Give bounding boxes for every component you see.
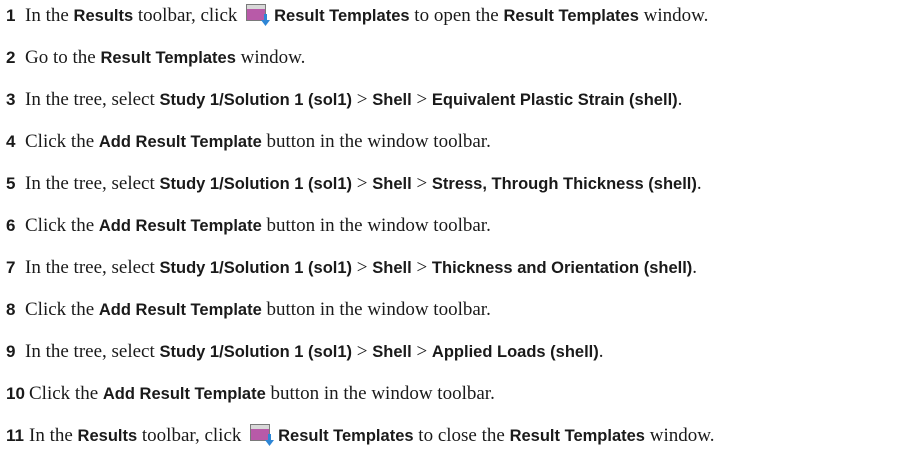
step-text: In the tree, select — [25, 89, 160, 110]
step-text: Click the — [25, 131, 99, 152]
step-item: 7 In the tree, select Study 1/Solution 1 … — [6, 256, 911, 280]
bold-term: Add Result Template — [98, 217, 262, 235]
step-number: 1 — [6, 6, 16, 25]
step-text: In the tree, select — [25, 173, 160, 194]
step-item: 10 Click the Add Result Template button i… — [6, 382, 911, 406]
bold-term: Result Templates — [509, 427, 645, 445]
step-text: > — [411, 89, 432, 110]
result-templates-icon — [250, 424, 275, 446]
step-text: > — [411, 173, 432, 194]
step-text: Click the — [29, 383, 103, 404]
bold-term: Add Result Template — [102, 385, 266, 403]
step-number: 5 — [6, 174, 16, 193]
step-item: 9 In the tree, select Study 1/Solution 1 … — [6, 340, 911, 364]
step-number: 9 — [6, 342, 16, 361]
bold-term: Shell — [372, 343, 412, 361]
bold-term: Results — [77, 427, 138, 445]
step-text: . — [692, 257, 698, 278]
step-item: 4 Click the Add Result Template button in… — [6, 130, 911, 154]
step-text: Go to the — [25, 47, 101, 68]
bold-term: Equivalent Plastic Strain (shell) — [431, 91, 678, 109]
step-text: > — [411, 341, 432, 362]
step-text: window. — [235, 47, 306, 68]
step-text: button in the window toolbar. — [261, 215, 491, 236]
step-item: 8 Click the Add Result Template button in… — [6, 298, 911, 322]
step-number: 10 — [6, 384, 25, 403]
bold-term: Study 1/Solution 1 (sol1) — [159, 343, 353, 361]
step-text: toolbar, click — [137, 425, 247, 446]
step-text: In the — [29, 425, 78, 446]
step-text: In the — [25, 5, 74, 26]
step-text: to close the — [413, 425, 510, 446]
step-text: to open the — [409, 5, 504, 26]
step-text: . — [598, 341, 604, 362]
step-text: . — [677, 89, 683, 110]
bold-term: Result Templates — [278, 427, 414, 445]
step-text: > — [352, 173, 373, 194]
step-text: > — [352, 341, 373, 362]
bold-term: Result Templates — [503, 7, 639, 25]
bold-term: Applied Loads (shell) — [431, 343, 599, 361]
bold-term: Shell — [372, 91, 412, 109]
step-item: 1 In the Results toolbar, click Result Te… — [6, 4, 911, 28]
step-text: button in the window toolbar. — [261, 299, 491, 320]
step-item: 5 In the tree, select Study 1/Solution 1 … — [6, 172, 911, 196]
step-text: window. — [644, 425, 715, 446]
step-text: > — [352, 257, 373, 278]
step-number: 11 — [6, 426, 24, 445]
step-number: 2 — [6, 48, 16, 67]
bold-term: Add Result Template — [98, 133, 262, 151]
bold-term: Study 1/Solution 1 (sol1) — [159, 175, 353, 193]
step-text: button in the window toolbar. — [265, 383, 495, 404]
bold-term: Study 1/Solution 1 (sol1) — [159, 259, 353, 277]
step-item: 6 Click the Add Result Template button in… — [6, 214, 911, 238]
bold-term: Stress, Through Thickness (shell) — [431, 175, 697, 193]
step-text: window. — [638, 5, 709, 26]
bold-term: Result Templates — [100, 49, 236, 67]
bold-term: Add Result Template — [98, 301, 262, 319]
step-text: Click the — [25, 299, 99, 320]
bold-term: Shell — [372, 175, 412, 193]
instruction-steps: 1 In the Results toolbar, click Result Te… — [0, 0, 917, 461]
step-text: In the tree, select — [25, 257, 160, 278]
step-item: 11 In the Results toolbar, click Result T… — [6, 424, 911, 448]
step-number: 3 — [6, 90, 16, 109]
step-text: Click the — [25, 215, 99, 236]
step-text: toolbar, click — [133, 5, 243, 26]
step-text: button in the window toolbar. — [261, 131, 491, 152]
step-number: 7 — [6, 258, 16, 277]
step-number: 6 — [6, 216, 16, 235]
bold-term: Thickness and Orientation (shell) — [431, 259, 693, 277]
step-number: 4 — [6, 132, 16, 151]
step-text: In the tree, select — [25, 341, 160, 362]
bold-term: Result Templates — [274, 7, 410, 25]
step-item: 3 In the tree, select Study 1/Solution 1 … — [6, 88, 911, 112]
step-item: 2 Go to the Result Templates window. — [6, 46, 911, 70]
step-text: > — [352, 89, 373, 110]
bold-term: Study 1/Solution 1 (sol1) — [159, 91, 353, 109]
bold-term: Results — [73, 7, 134, 25]
step-text: . — [696, 173, 702, 194]
step-text: > — [411, 257, 432, 278]
step-number: 8 — [6, 300, 16, 319]
result-templates-icon — [246, 4, 271, 26]
bold-term: Shell — [372, 259, 412, 277]
